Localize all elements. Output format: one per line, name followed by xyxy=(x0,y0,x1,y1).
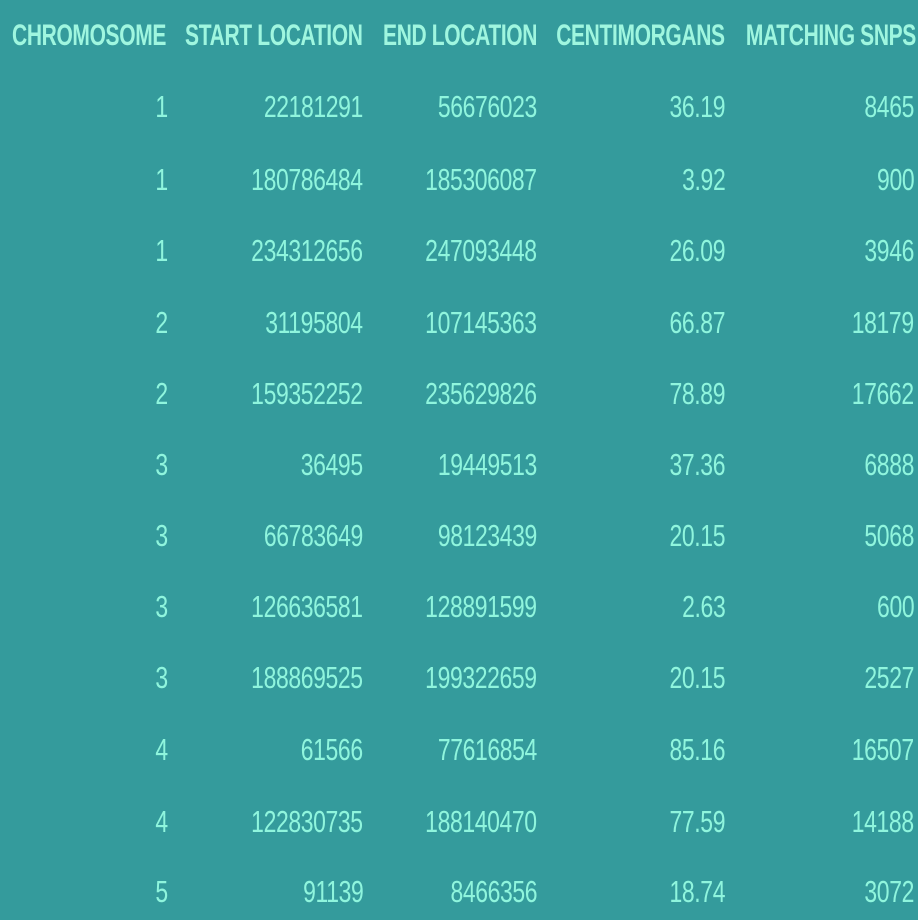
cell-start-location: 234312656 xyxy=(251,233,364,268)
table-row: 4 122830735 188140470 77.59 14188 xyxy=(0,794,918,850)
cell-centimorgans: 37.36 xyxy=(669,447,725,482)
cell-start-location: 180786484 xyxy=(251,162,364,197)
cell-matching-snps: 5068 xyxy=(864,518,914,553)
cell-matching-snps: 3072 xyxy=(864,874,914,909)
cell-centimorgans: 2.63 xyxy=(681,589,726,624)
table-row: 3 188869525 199322659 20.15 2527 xyxy=(0,650,918,706)
cell-centimorgans: 18.74 xyxy=(669,874,725,909)
cell-matching-snps: 2527 xyxy=(864,660,914,695)
cell-chromosome: 2 xyxy=(155,305,169,340)
cell-centimorgans: 77.59 xyxy=(669,804,725,839)
cell-matching-snps: 17662 xyxy=(852,376,914,411)
cell-centimorgans: 78.89 xyxy=(669,376,725,411)
cell-end-location: 98123439 xyxy=(437,518,537,553)
cell-matching-snps: 18179 xyxy=(852,305,914,340)
cell-centimorgans: 85.16 xyxy=(669,732,725,767)
cell-centimorgans: 20.15 xyxy=(669,518,725,553)
cell-end-location: 185306087 xyxy=(425,162,538,197)
header-chromosome: CHROMOSOME xyxy=(12,19,166,52)
header-end-location: END LOCATION xyxy=(382,19,537,52)
cell-chromosome: 4 xyxy=(155,804,169,839)
cell-end-location: 128891599 xyxy=(425,589,538,624)
cell-centimorgans: 36.19 xyxy=(669,89,725,124)
cell-chromosome: 5 xyxy=(155,874,169,909)
cell-start-location: 122830735 xyxy=(251,804,364,839)
cell-start-location: 61566 xyxy=(301,732,363,767)
cell-start-location: 22181291 xyxy=(263,89,363,124)
cell-matching-snps: 600 xyxy=(876,589,915,624)
cell-end-location: 77616854 xyxy=(437,732,537,767)
cell-centimorgans: 66.87 xyxy=(669,305,725,340)
cell-chromosome: 1 xyxy=(155,162,169,197)
table-row: 2 31195804 107145363 66.87 18179 xyxy=(0,295,918,351)
cell-start-location: 31195804 xyxy=(265,305,364,340)
table-header-row: CHROMOSOME START LOCATION END LOCATION C… xyxy=(0,8,918,64)
cell-chromosome: 3 xyxy=(155,518,169,553)
cell-start-location: 91139 xyxy=(302,874,364,909)
cell-matching-snps: 16507 xyxy=(852,732,914,767)
cell-end-location: 247093448 xyxy=(425,233,538,268)
table-row: 1 234312656 247093448 26.09 3946 xyxy=(0,223,918,279)
cell-matching-snps: 3946 xyxy=(864,233,914,268)
cell-end-location: 188140470 xyxy=(425,804,538,839)
cell-chromosome: 3 xyxy=(155,447,169,482)
cell-centimorgans: 26.09 xyxy=(669,233,725,268)
cell-chromosome: 1 xyxy=(155,233,169,268)
cell-end-location: 199322659 xyxy=(425,660,538,695)
cell-chromosome: 2 xyxy=(155,376,169,411)
cell-end-location: 19449513 xyxy=(437,447,537,482)
cell-end-location: 8466356 xyxy=(450,874,537,909)
table-row: 3 66783649 98123439 20.15 5068 xyxy=(0,508,918,564)
table-row: 2 159352252 235629826 78.89 17662 xyxy=(0,366,918,422)
cell-start-location: 126636581 xyxy=(251,589,364,624)
cell-chromosome: 4 xyxy=(155,732,169,767)
header-start-location: START LOCATION xyxy=(185,19,364,52)
cell-centimorgans: 3.92 xyxy=(681,162,726,197)
table-row: 5 91139 8466356 18.74 3072 xyxy=(0,864,918,920)
cell-chromosome: 1 xyxy=(155,89,169,124)
table-row: 3 126636581 128891599 2.63 600 xyxy=(0,579,918,635)
segment-table: CHROMOSOME START LOCATION END LOCATION C… xyxy=(0,0,918,918)
cell-chromosome: 3 xyxy=(155,589,169,624)
cell-start-location: 159352252 xyxy=(251,376,364,411)
cell-matching-snps: 14188 xyxy=(852,804,914,839)
cell-end-location: 235629826 xyxy=(425,376,538,411)
cell-start-location: 36495 xyxy=(301,447,363,482)
cell-centimorgans: 20.15 xyxy=(669,660,725,695)
table-row: 4 61566 77616854 85.16 16507 xyxy=(0,722,918,778)
cell-end-location: 56676023 xyxy=(437,89,537,124)
cell-start-location: 188869525 xyxy=(251,660,364,695)
table-row: 3 36495 19449513 37.36 6888 xyxy=(0,437,918,493)
cell-end-location: 107145363 xyxy=(425,305,538,340)
table-row: 1 180786484 185306087 3.92 900 xyxy=(0,152,918,208)
header-matching-snps: MATCHING SNPS xyxy=(745,19,916,52)
cell-matching-snps: 8465 xyxy=(864,89,914,124)
cell-chromosome: 3 xyxy=(155,660,169,695)
cell-start-location: 66783649 xyxy=(263,518,363,553)
header-centimorgans: CENTIMORGANS xyxy=(556,19,726,52)
cell-matching-snps: 6888 xyxy=(864,447,914,482)
table-row: 1 22181291 56676023 36.19 8465 xyxy=(0,79,918,135)
cell-matching-snps: 900 xyxy=(876,162,915,197)
